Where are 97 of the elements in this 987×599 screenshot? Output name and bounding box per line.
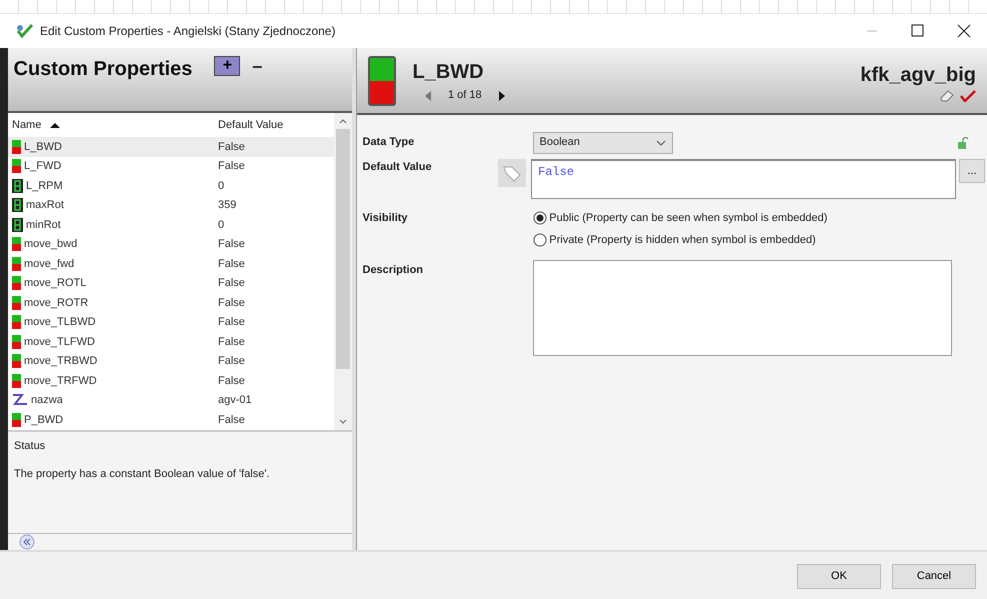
eraser-icon[interactable] [938, 90, 954, 102]
digit-icon [12, 198, 23, 212]
switch-icon [12, 237, 21, 252]
property-row[interactable]: maxRot 359 [8, 196, 334, 216]
tag-icon[interactable] [498, 159, 526, 187]
switch-icon [12, 256, 21, 271]
default-value-cell-text: False [218, 334, 246, 350]
status-text: The property has a constant Boolean value of 'false'. [14, 466, 271, 482]
default-value-cell-text: False [218, 140, 246, 155]
property-row[interactable]: minRot 0 [8, 215, 334, 235]
switch-icon [12, 159, 21, 174]
switch-icon [368, 56, 396, 106]
dialog-button[interactable]: OK [797, 564, 881, 588]
status-title: Status [14, 439, 46, 454]
property-row[interactable]: L_BWD False [8, 137, 334, 157]
dialog-button[interactable]: Cancel [892, 564, 976, 588]
switch-icon [12, 374, 21, 388]
remove-button[interactable]: − [246, 54, 268, 80]
default-value-cell-text: False [218, 315, 246, 330]
property-name-cell-text: move_TLBWD [24, 315, 96, 330]
default-value-cell-text: agv-01 [218, 393, 253, 408]
property-row[interactable]: move_TLFWD False [8, 332, 334, 352]
property-name: L_BWD [412, 60, 485, 86]
window-title: Edit Custom Properties - Angielski (Stany Zjednoczone) [40, 23, 336, 40]
previous-icon[interactable] [424, 90, 432, 100]
property-row[interactable]: L_RPM 0 [8, 176, 334, 196]
radio-button[interactable] [532, 211, 546, 226]
property-name-cell-text: minRot [26, 218, 61, 233]
property-row[interactable]: move_TLBWD False [8, 312, 334, 332]
default-value-cell-text: False [218, 354, 246, 370]
property-name-cell-text: P_BWD [24, 412, 64, 428]
radio-label[interactable]: Private (Property is hidden when symbol is embedded) [549, 232, 816, 248]
switch-icon [12, 334, 21, 349]
app-icon [16, 24, 34, 38]
digit-icon [12, 178, 23, 193]
switch-icon [12, 276, 21, 290]
property-name-cell-text: maxRot [26, 198, 64, 214]
property-row[interactable]: move_bwd False [8, 234, 334, 254]
default-value-cell-text: False [218, 374, 246, 389]
default-value-cell-text: False [218, 237, 246, 252]
property-name-cell-text: move_TRFWD [24, 374, 97, 389]
property-name-cell-text: move_fwd [24, 256, 74, 272]
property-row[interactable]: P_BWD False [8, 410, 334, 430]
property-row[interactable]: move_TRBWD False [8, 352, 334, 372]
property-name-cell-text: move_ROTR [24, 296, 88, 311]
default-value-cell-text: 0 [218, 218, 226, 233]
property-row[interactable]: move_fwd False [8, 254, 334, 274]
browse-button[interactable]: ... [959, 159, 985, 183]
data-type-dropdown[interactable]: Boolean [532, 132, 672, 154]
switch-icon [12, 315, 21, 330]
property-name-cell-text: L_BWD [24, 140, 62, 155]
field-label: Data Type [362, 135, 416, 150]
switch-icon [12, 296, 21, 310]
radio-label[interactable]: Public (Property can be seen when symbol is embedded) [549, 210, 828, 226]
property-name-cell-text: L_RPM [26, 178, 63, 194]
default-value-cell-text: 359 [218, 198, 238, 214]
property-name-cell-text: nazwa [31, 393, 63, 408]
next-icon[interactable] [498, 90, 506, 100]
property-row[interactable]: L_FWD False [8, 156, 334, 176]
default-value-cell-text: False [218, 159, 246, 174]
digit-icon [12, 218, 23, 232]
property-name-cell-text: L_FWD [24, 159, 62, 174]
text-icon [12, 394, 28, 406]
sort-arrow-icon [50, 122, 60, 129]
property-row[interactable]: nazwa agv-01 [8, 390, 334, 410]
default-value-cell-text: False [218, 296, 246, 311]
default-value-cell-text: False [218, 412, 246, 428]
property-name-cell-text: move_ROTL [24, 276, 86, 292]
field-label: Visibility [362, 211, 409, 226]
property-name-cell-text: move_bwd [24, 237, 78, 252]
radio-button[interactable] [532, 233, 546, 248]
scrollbar-thumb[interactable] [336, 129, 350, 370]
default-value-field[interactable]: False [531, 159, 956, 199]
page-counter: 1 of 18 [448, 88, 482, 104]
property-row[interactable]: move_TRFWD False [8, 371, 334, 391]
column-header[interactable]: Default Value [218, 118, 284, 131]
add-button[interactable]: + [214, 56, 240, 76]
chevron-down-icon [656, 140, 666, 146]
default-value-cell-text: False [218, 256, 246, 272]
column-header[interactable]: Name [12, 116, 42, 134]
padlock-icon[interactable] [956, 136, 968, 148]
symbol-name: kfk_agv_big [860, 62, 976, 88]
property-name-cell-text: move_TRBWD [24, 354, 98, 370]
switch-icon [12, 354, 21, 368]
property-name-cell-text: move_TLFWD [24, 334, 95, 350]
property-row[interactable]: move_ROTR False [8, 293, 334, 313]
default-value-cell-text: False [218, 276, 246, 292]
property-row[interactable]: move_ROTL False [8, 274, 334, 294]
switch-icon [12, 412, 21, 427]
default-value-cell-text: 0 [218, 178, 226, 194]
switch-icon [12, 140, 21, 154]
field-label: Description [362, 263, 424, 278]
collapse-icon[interactable] [19, 534, 35, 550]
checkmark-icon[interactable] [960, 90, 976, 102]
description-field[interactable] [532, 260, 952, 356]
panel-title: Custom Properties [14, 56, 192, 82]
field-label: Default Value [362, 160, 433, 175]
